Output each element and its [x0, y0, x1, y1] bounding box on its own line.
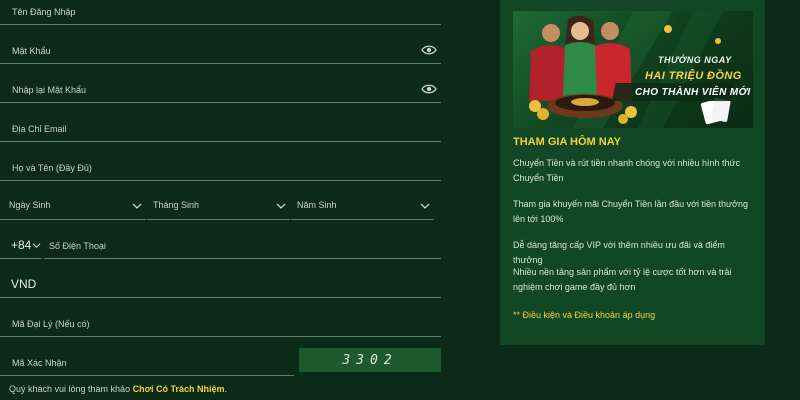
terms-link[interactable]: ** Điều kiện và Điều khoản áp dụng — [513, 310, 655, 320]
fullname-label: Họ và Tên (Đầy Đủ) — [12, 163, 92, 173]
banner-line-2: HAI TRIỆU ĐỒNG — [645, 70, 742, 82]
currency-value: VND — [11, 277, 37, 291]
benefit-item: Tham gia khuyến mãi Chuyển Tiền lần đầu … — [513, 199, 748, 224]
captcha-image[interactable]: 3302 — [299, 348, 441, 372]
captcha-field[interactable]: Mã Xác Nhận — [0, 350, 294, 376]
captcha-code: 3302 — [342, 352, 398, 368]
note-text: Quý khách vui lòng tham khảo — [9, 384, 133, 394]
birth-month-select[interactable]: Tháng Sinh — [147, 194, 290, 220]
username-label: Tên Đăng Nhập — [12, 7, 76, 17]
currency-select[interactable]: VND — [0, 272, 441, 298]
registration-form: Tên Đăng Nhập Mật Khẩu Nhập lại Mật Khẩu… — [0, 0, 445, 400]
eye-icon[interactable] — [421, 83, 437, 95]
benefit-item: Chuyển Tiền và rút tiền nhanh chóng với … — [513, 158, 741, 183]
chevron-down-icon — [132, 203, 142, 209]
username-field[interactable]: Tên Đăng Nhập — [0, 0, 441, 25]
password-label: Mật Khẩu — [12, 46, 51, 56]
country-code-value: +84 — [11, 238, 32, 252]
banner-line-1: THƯỞNG NGAY — [658, 55, 732, 65]
chevron-down-icon — [32, 243, 41, 249]
birth-year-label: Năm Sinh — [297, 200, 337, 210]
chevron-down-icon — [420, 203, 430, 209]
eye-icon[interactable] — [421, 44, 437, 56]
email-field[interactable]: Địa Chỉ Email — [0, 116, 441, 142]
confirm-password-label: Nhập lại Mật Khẩu — [12, 85, 87, 95]
country-code-select[interactable]: +84 — [0, 233, 42, 259]
password-field[interactable]: Mật Khẩu — [0, 38, 441, 64]
responsible-gaming-link[interactable]: Chơi Có Trách Nhiệm — [133, 384, 225, 394]
agent-code-field[interactable]: Mã Đại Lý (Nếu có) — [0, 311, 441, 337]
birth-day-select[interactable]: Ngày Sinh — [0, 194, 146, 220]
agent-code-label: Mã Đại Lý (Nếu có) — [12, 319, 90, 329]
note-suffix: . — [224, 384, 228, 394]
chevron-down-icon — [276, 203, 286, 209]
banner-line-3: CHO THÀNH VIÊN MỚI — [635, 87, 751, 98]
promo-panel: THƯỞNG NGAY HAI TRIỆU ĐỒNG CHO THÀNH VIÊ… — [500, 0, 765, 345]
email-label: Địa Chỉ Email — [12, 124, 67, 134]
responsible-gaming-note: Quý khách vui lòng tham khảo Chơi Có Trá… — [9, 384, 227, 394]
phone-label: Số Điện Thoại — [49, 241, 106, 251]
phone-field[interactable]: Số Điện Thoại — [44, 233, 441, 259]
captcha-label: Mã Xác Nhận — [12, 358, 67, 368]
promo-banner: THƯỞNG NGAY HAI TRIỆU ĐỒNG CHO THÀNH VIÊ… — [513, 11, 753, 128]
birth-year-select[interactable]: Năm Sinh — [291, 194, 434, 220]
birth-month-label: Tháng Sinh — [153, 200, 200, 210]
fullname-field[interactable]: Họ và Tên (Đầy Đủ) — [0, 155, 441, 181]
birth-day-label: Ngày Sinh — [9, 200, 51, 210]
panel-heading: THAM GIA HÔM NAY — [513, 136, 621, 148]
benefit-item: Dễ dàng tăng cấp VIP với thêm nhiều ưu đ… — [513, 240, 725, 265]
confirm-password-field[interactable]: Nhập lại Mật Khẩu — [0, 77, 441, 103]
benefit-item: Nhiều nền tảng sản phẩm với tỷ lệ cược t… — [513, 267, 732, 292]
